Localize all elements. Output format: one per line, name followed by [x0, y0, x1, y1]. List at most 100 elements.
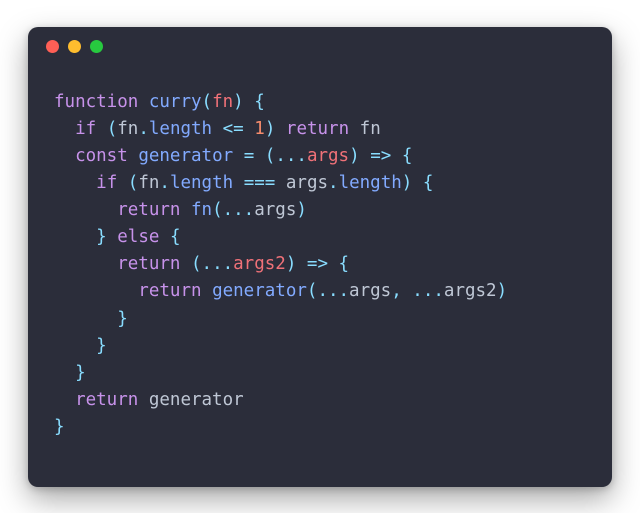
- code-token: args2: [233, 254, 286, 274]
- code-token: return: [117, 200, 180, 220]
- code-token: args: [349, 281, 391, 301]
- code-token: [296, 254, 307, 274]
- code-token: args: [254, 200, 296, 220]
- code-block: function curry(fn) { if (fn.length <= 1)…: [28, 67, 612, 464]
- code-token: [349, 119, 360, 139]
- code-token: generator: [138, 146, 233, 166]
- code-token: (: [307, 281, 318, 301]
- code-token: args: [286, 173, 328, 193]
- code-token: ): [233, 92, 244, 112]
- code-token: const: [75, 146, 128, 166]
- code-token: fn: [191, 200, 212, 220]
- code-token: [360, 146, 371, 166]
- code-token: =: [244, 146, 255, 166]
- code-token: [328, 254, 339, 274]
- code-token: [54, 336, 96, 356]
- code-token: if: [75, 119, 96, 139]
- code-token: fn: [360, 119, 381, 139]
- code-token: [202, 281, 213, 301]
- code-token: [54, 173, 96, 193]
- code-token: [138, 92, 149, 112]
- code-token: =>: [307, 254, 328, 274]
- code-token: (: [128, 173, 139, 193]
- code-token: curry: [149, 92, 202, 112]
- code-token: [412, 173, 423, 193]
- code-token: fn: [117, 119, 138, 139]
- code-token: ): [286, 254, 297, 274]
- code-token: else: [117, 227, 159, 247]
- code-token: function: [54, 92, 138, 112]
- code-token: =>: [370, 146, 391, 166]
- code-token: ): [296, 200, 307, 220]
- code-token: {: [339, 254, 350, 274]
- code-token: ): [497, 281, 508, 301]
- code-token: (: [265, 146, 276, 166]
- code-token: if: [96, 173, 117, 193]
- code-token: length: [170, 173, 233, 193]
- code-token: fn: [138, 173, 159, 193]
- code-token: (: [191, 254, 202, 274]
- code-token: }: [117, 309, 128, 329]
- code-token: ...: [223, 200, 255, 220]
- code-token: .: [159, 173, 170, 193]
- code-token: .: [328, 173, 339, 193]
- code-token: ,: [391, 281, 402, 301]
- code-token: return: [138, 281, 201, 301]
- maximize-icon[interactable]: [90, 40, 103, 53]
- code-token: [180, 200, 191, 220]
- code-token: ...: [412, 281, 444, 301]
- code-token: length: [149, 119, 212, 139]
- code-token: args: [307, 146, 349, 166]
- code-token: {: [254, 92, 265, 112]
- code-token: [233, 173, 244, 193]
- code-token: [180, 254, 191, 274]
- code-token: [212, 119, 223, 139]
- code-token: return: [117, 254, 180, 274]
- code-token: .: [138, 119, 149, 139]
- code-token: ): [349, 146, 360, 166]
- code-token: length: [339, 173, 402, 193]
- code-token: [54, 363, 75, 383]
- code-window: function curry(fn) { if (fn.length <= 1)…: [28, 27, 612, 487]
- code-token: {: [402, 146, 413, 166]
- close-icon[interactable]: [46, 40, 59, 53]
- code-token: (: [212, 200, 223, 220]
- code-token: [117, 173, 128, 193]
- code-token: (: [202, 92, 213, 112]
- code-token: [391, 146, 402, 166]
- code-token: generator: [212, 281, 307, 301]
- code-token: 1: [254, 119, 265, 139]
- code-token: ===: [244, 173, 276, 193]
- code-token: ): [265, 119, 276, 139]
- code-token: [275, 173, 286, 193]
- code-token: ...: [275, 146, 307, 166]
- code-token: args2: [444, 281, 497, 301]
- code-token: [138, 390, 149, 410]
- code-token: fn: [212, 92, 233, 112]
- code-token: [96, 119, 107, 139]
- code-token: [107, 227, 118, 247]
- code-token: [128, 146, 139, 166]
- code-token: [54, 254, 117, 274]
- code-token: {: [423, 173, 434, 193]
- code-token: [254, 146, 265, 166]
- titlebar: [28, 27, 612, 67]
- minimize-icon[interactable]: [68, 40, 81, 53]
- code-token: [54, 119, 75, 139]
- code-token: {: [170, 227, 181, 247]
- code-token: [54, 281, 138, 301]
- code-token: [402, 281, 413, 301]
- code-token: (: [107, 119, 118, 139]
- code-token: }: [96, 227, 107, 247]
- code-token: }: [96, 336, 107, 356]
- code-token: [54, 390, 75, 410]
- code-token: [54, 200, 117, 220]
- code-token: return: [286, 119, 349, 139]
- code-token: [54, 146, 75, 166]
- code-token: ...: [317, 281, 349, 301]
- code-token: }: [54, 417, 65, 437]
- code-token: [233, 146, 244, 166]
- code-token: [244, 119, 255, 139]
- code-token: <=: [223, 119, 244, 139]
- code-token: [244, 92, 255, 112]
